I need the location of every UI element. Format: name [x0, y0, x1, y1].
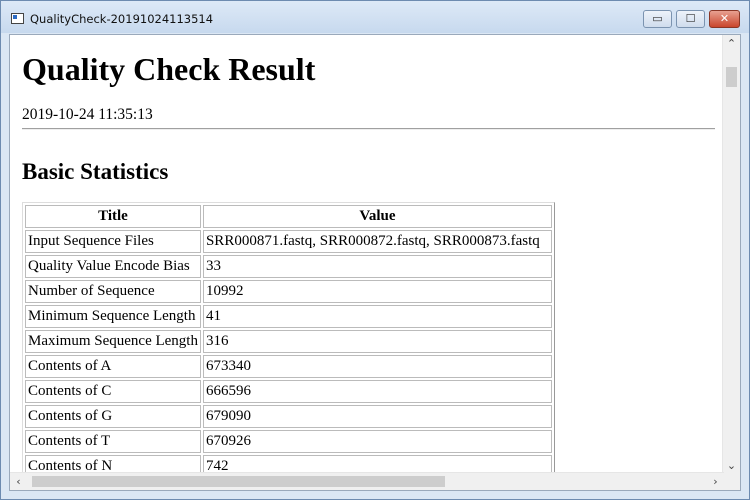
row-value: 33	[202, 255, 552, 278]
vertical-scroll-thumb[interactable]	[726, 67, 737, 87]
row-title: Contents of G	[25, 405, 201, 428]
maximize-button[interactable]: ☐	[676, 10, 705, 28]
maximize-icon: ☐	[685, 12, 696, 25]
app-window: QualityCheck-20191024113514 ▭ ☐ ✕ Qualit…	[0, 0, 750, 500]
section-title: Basic Statistics	[22, 159, 169, 184]
row-value: 41	[202, 305, 552, 328]
row-title: Contents of A	[25, 355, 201, 378]
scroll-left-icon[interactable]: ‹	[10, 473, 27, 490]
title-bar[interactable]: QualityCheck-20191024113514 ▭ ☐ ✕	[1, 1, 749, 33]
row-value: 666596	[202, 380, 552, 403]
report-timestamp: 2019-10-24 11:35:13	[22, 106, 153, 123]
row-value: SRR000871.fastq, SRR000872.fastq, SRR000…	[202, 230, 552, 253]
basic-statistics-table: Title Value Input Sequence Files SRR00087…	[22, 202, 555, 481]
row-title: Minimum Sequence Length	[25, 305, 201, 328]
row-value: 673340	[202, 355, 552, 378]
table-row: Input Sequence Files SRR000871.fastq, SRR…	[25, 230, 552, 253]
row-title: Input Sequence Files	[25, 230, 201, 253]
row-title: Contents of T	[25, 430, 201, 453]
row-title: Number of Sequence	[25, 280, 201, 303]
window-title: QualityCheck-20191024113514	[30, 12, 214, 26]
report-viewport[interactable]: Quality Check Result 2019-10-24 11:35:13…	[9, 34, 741, 491]
row-value: 670926	[202, 430, 552, 453]
table-row: Minimum Sequence Length 41	[25, 305, 552, 328]
divider	[22, 128, 715, 130]
table-row: Maximum Sequence Length 316	[25, 330, 552, 353]
row-title: Maximum Sequence Length	[25, 330, 201, 353]
table-row: Contents of T 670926	[25, 430, 552, 453]
row-value: 316	[202, 330, 552, 353]
scroll-up-icon[interactable]: ⌃	[723, 35, 740, 52]
table-row: Contents of C 666596	[25, 380, 552, 403]
table-row: Number of Sequence 10992	[25, 280, 552, 303]
table-row: Contents of G 679090	[25, 405, 552, 428]
row-value: 10992	[202, 280, 552, 303]
scrollbar-corner	[723, 473, 740, 490]
scroll-right-icon[interactable]: ›	[707, 473, 724, 490]
scroll-down-icon[interactable]: ⌄	[723, 457, 740, 474]
minimize-icon: ▭	[652, 12, 663, 25]
row-value: 679090	[202, 405, 552, 428]
column-header-title: Title	[25, 205, 201, 228]
column-header-value: Value	[202, 205, 552, 228]
row-title: Quality Value Encode Bias	[25, 255, 201, 278]
vertical-scrollbar[interactable]: ⌃ ⌄	[722, 35, 740, 474]
horizontal-scrollbar[interactable]: ‹ ›	[10, 472, 724, 490]
close-icon: ✕	[719, 12, 730, 25]
horizontal-scroll-thumb[interactable]	[32, 476, 445, 487]
app-icon	[11, 13, 24, 24]
table-row: Quality Value Encode Bias 33	[25, 255, 552, 278]
table-header-row: Title Value	[25, 205, 552, 228]
close-button[interactable]: ✕	[709, 10, 740, 28]
page-title: Quality Check Result	[22, 51, 316, 87]
minimize-button[interactable]: ▭	[643, 10, 672, 28]
row-title: Contents of C	[25, 380, 201, 403]
table-row: Contents of A 673340	[25, 355, 552, 378]
